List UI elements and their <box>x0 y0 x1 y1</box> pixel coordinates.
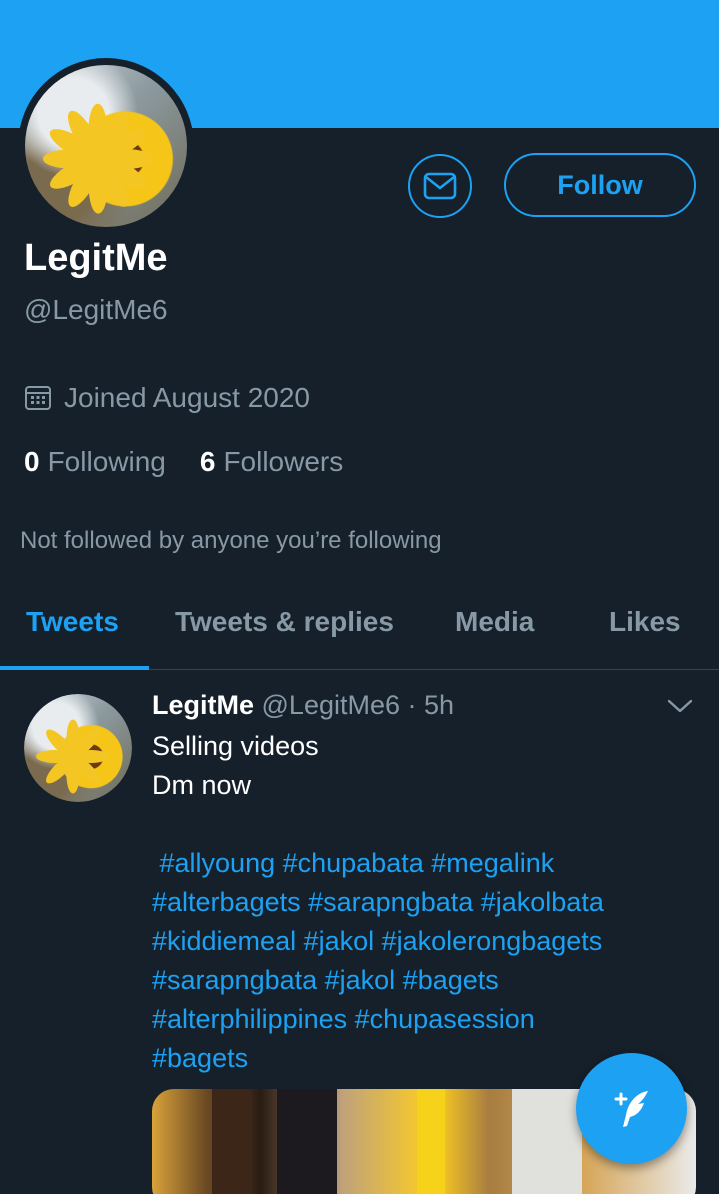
tweet-avatar-image <box>24 694 132 802</box>
hashtag-line[interactable]: #kiddiemeal #jakol #jakolerongbagets <box>152 922 712 961</box>
followers-label: Followers <box>223 446 344 477</box>
hashtag-line[interactable]: #allyoung #chupabata #megalink <box>152 844 712 883</box>
profile-display-name: LegitMe <box>24 237 168 279</box>
follow-button[interactable]: Follow <box>504 153 696 217</box>
tweet-meta: @LegitMe6 · 5h <box>254 690 455 720</box>
avatar-image <box>25 65 187 227</box>
tweet-line: Dm now <box>152 770 252 800</box>
profile-avatar[interactable] <box>18 58 194 234</box>
joined-date: Joined August 2020 <box>24 382 310 414</box>
followers-link[interactable]: 6 Followers <box>200 446 343 478</box>
tweet-text: Selling videos Dm now <box>152 727 692 805</box>
following-count: 0 <box>24 446 40 477</box>
joined-text: Joined August 2020 <box>64 382 310 413</box>
following-label: Following <box>47 446 166 477</box>
tweet-options-button[interactable] <box>666 696 694 721</box>
profile-tabs: Tweets Tweets & replies Media Likes <box>0 596 719 670</box>
compose-tweet-icon <box>614 1090 648 1127</box>
message-button[interactable] <box>408 154 472 218</box>
followers-count: 6 <box>199 446 216 477</box>
profile-handle: @LegitMe6 <box>24 294 168 325</box>
tweet-hashtags: #allyoung #chupabata #megalink #alterbag… <box>152 844 712 1078</box>
following-link[interactable]: 0 Following <box>24 446 166 478</box>
active-tab-indicator <box>0 666 149 670</box>
hashtag-line[interactable]: #sarapngbata #jakol #bagets <box>152 961 712 1000</box>
tab-tweets-and-replies[interactable]: Tweets & replies <box>175 606 394 638</box>
tweet-line: Selling videos <box>152 731 319 761</box>
tweet-header: LegitMe @LegitMe6 · 5h <box>152 690 454 721</box>
mutual-followers-note: Not followed by anyone you’re following <box>20 527 442 554</box>
chevron-down-icon <box>667 699 693 713</box>
calendar-icon <box>24 384 52 412</box>
compose-tweet-button[interactable] <box>576 1053 687 1164</box>
hashtag-line[interactable]: #alterphilippines #chupasession <box>152 1000 712 1039</box>
tab-tweets[interactable]: Tweets <box>26 606 119 638</box>
tab-media[interactable]: Media <box>455 606 534 638</box>
follow-counts: 0 Following 6 Followers <box>24 446 343 478</box>
tab-likes[interactable]: Likes <box>609 606 681 638</box>
tweet-author-name[interactable]: LegitMe <box>152 690 254 720</box>
tweet-avatar[interactable] <box>24 694 132 802</box>
envelope-icon <box>423 172 457 200</box>
hashtag-line[interactable]: #alterbagets #sarapngbata #jakolbata <box>152 883 712 922</box>
